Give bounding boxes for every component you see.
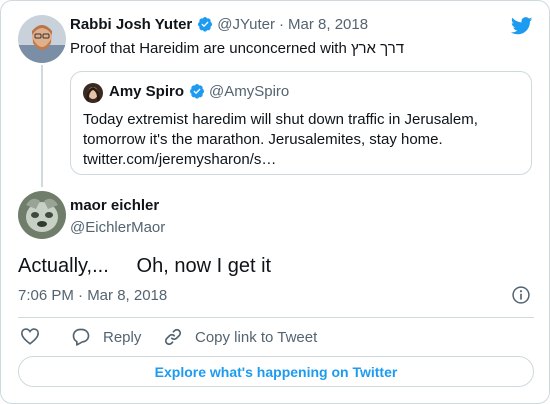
separator-dot: ·	[279, 16, 285, 33]
quoted-tweet-header: Amy Spiro @AmySpiro	[109, 83, 289, 101]
main-author-avatar[interactable]	[18, 191, 66, 239]
quoted-author-handle: @AmySpiro	[209, 83, 290, 100]
explore-twitter-button[interactable]: Explore what's happening on Twitter	[18, 356, 534, 387]
quoted-tweet-text: Today extremist haredim will shut down t…	[83, 110, 478, 170]
reply-icon	[72, 328, 90, 346]
quoted-tweet-line: tomorrow it's the marathon. Jerusalemite…	[83, 131, 443, 148]
tweet-timestamp[interactable]: 7:06 PM · Mar 8, 2018	[18, 287, 167, 304]
heart-icon	[20, 328, 40, 345]
quoted-author-name: Amy Spiro	[109, 83, 185, 100]
main-author-name[interactable]: maor eichler	[70, 197, 159, 214]
parent-tweet-text: Proof that Hareidim are unconcerned with…	[70, 40, 405, 57]
quoted-tweet-line: Today extremist haredim will shut down t…	[83, 111, 478, 128]
parent-author-handle[interactable]: @JYuter	[217, 16, 275, 33]
parent-author-name[interactable]: Rabbi Josh Yuter	[70, 16, 192, 33]
quoted-tweet-link[interactable]: twitter.com/jeremysharon/s…	[83, 150, 478, 170]
parent-tweet-header: Rabbi Josh Yuter @JYuter · Mar 8, 2018	[70, 16, 368, 34]
thread-connector-line	[41, 65, 43, 187]
reply-label: Reply	[103, 328, 142, 346]
quoted-author-avatar	[83, 83, 103, 103]
verified-badge-icon	[198, 17, 213, 32]
parent-author-avatar[interactable]	[18, 15, 66, 63]
quoted-tweet-card[interactable]: Amy Spiro @AmySpiro Today extremist hared…	[70, 71, 532, 175]
embedded-tweet-card: Rabbi Josh Yuter @JYuter · Mar 8, 2018 Proo…	[0, 0, 550, 404]
copy-link-button[interactable]: Copy link to Tweet	[163, 327, 317, 347]
verified-badge-icon	[190, 84, 205, 99]
reply-button[interactable]: Reply	[71, 327, 141, 347]
twitter-bird-icon[interactable]	[511, 17, 533, 35]
main-tweet-text: Actually,... Oh, now I get it	[18, 255, 272, 277]
main-author-handle[interactable]: @EichlerMaor	[70, 219, 165, 236]
info-icon[interactable]	[511, 285, 531, 305]
like-button[interactable]	[20, 327, 52, 345]
parent-tweet-date[interactable]: Mar 8, 2018	[288, 16, 368, 33]
divider	[18, 317, 534, 318]
link-icon	[164, 328, 182, 346]
copy-link-label: Copy link to Tweet	[195, 328, 318, 346]
